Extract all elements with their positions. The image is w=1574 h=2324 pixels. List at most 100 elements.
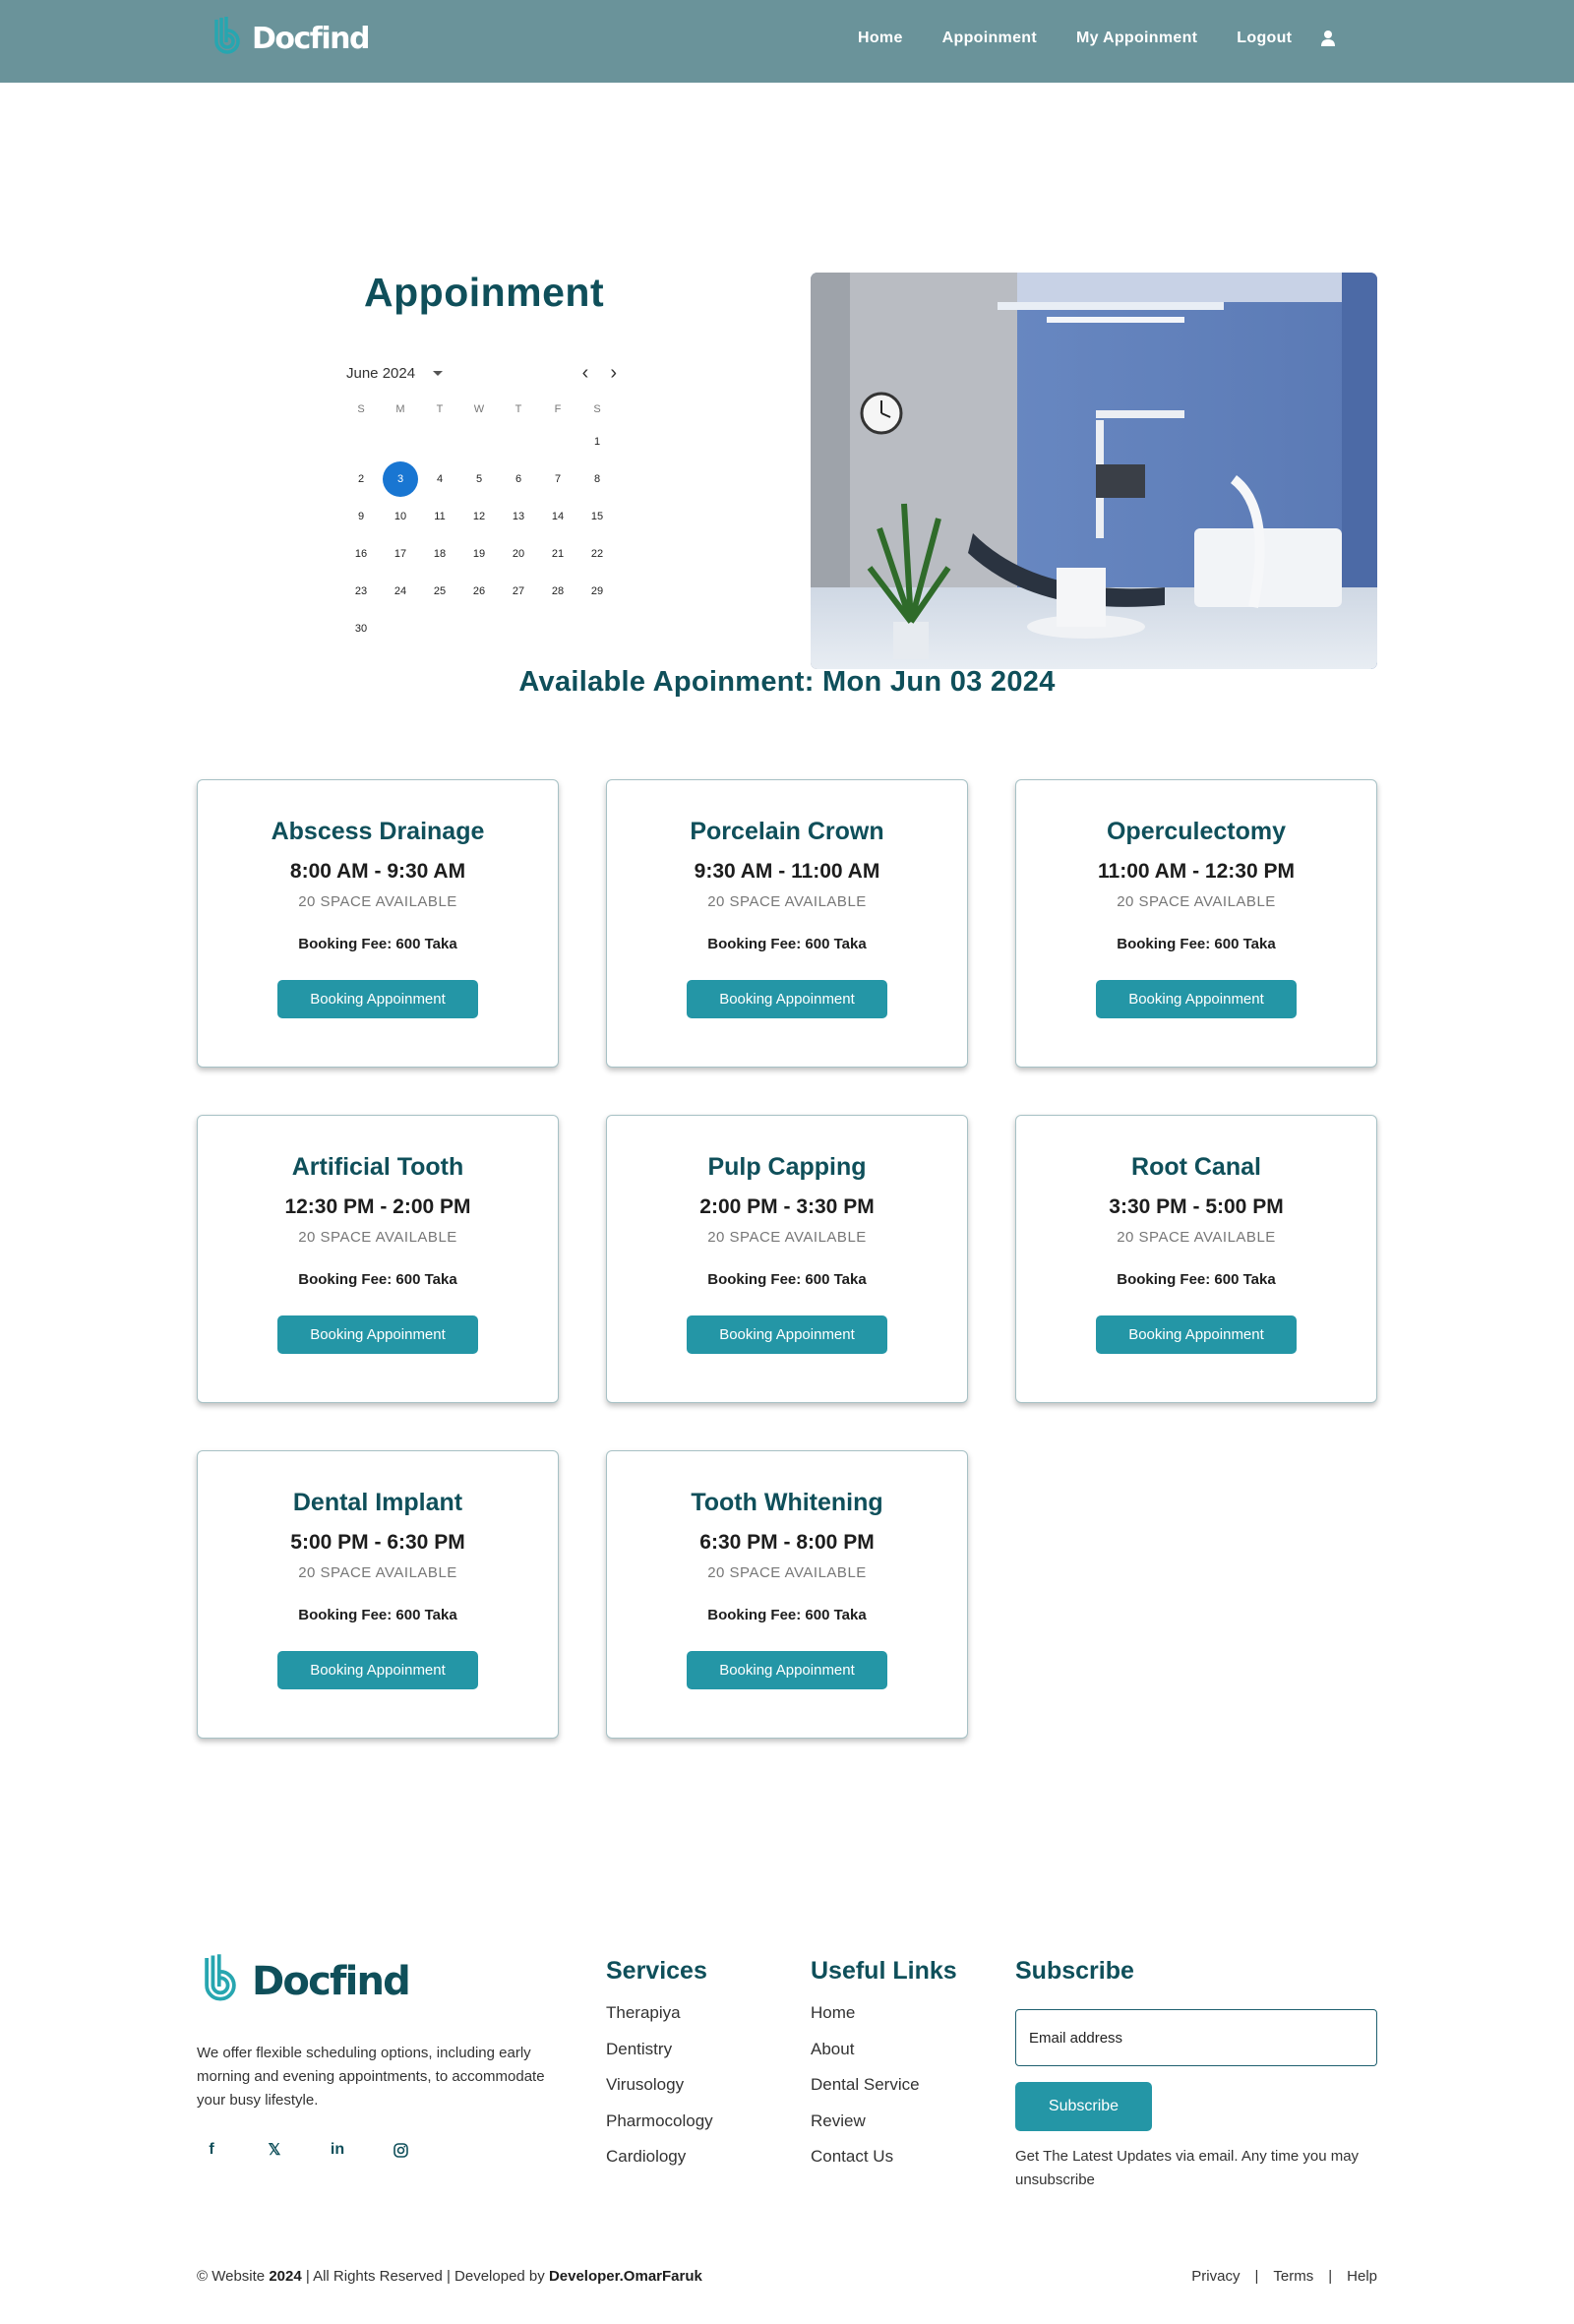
calendar-day[interactable]: 26	[459, 573, 499, 610]
calendar-day[interactable]: 21	[538, 535, 577, 573]
top-navbar: Docfind Home Appoinment My Appoinment Lo…	[0, 0, 1574, 83]
calendar-day[interactable]: 22	[577, 535, 617, 573]
calendar-day-number: 19	[472, 548, 486, 560]
calendar-day[interactable]: 19	[459, 535, 499, 573]
useful-link[interactable]: Review	[811, 2104, 957, 2140]
calendar-day[interactable]: 29	[577, 573, 617, 610]
services-link[interactable]: Virusology	[606, 2067, 713, 2104]
booking-appointment-button[interactable]: Booking Appoinment	[1096, 980, 1297, 1018]
services-link[interactable]: Cardiology	[606, 2139, 713, 2175]
time-slot: 6:30 PM - 8:00 PM	[699, 1531, 875, 1554]
dental-clinic-image	[811, 273, 1377, 669]
booking-appointment-button[interactable]: Booking Appoinment	[1096, 1315, 1297, 1354]
calendar-day[interactable]: 23	[341, 573, 381, 610]
linkedin-icon[interactable]: in	[323, 2135, 352, 2165]
service-title: Pulp Capping	[707, 1153, 867, 1181]
terms-link[interactable]: Terms	[1273, 2268, 1313, 2285]
help-link[interactable]: Help	[1347, 2268, 1377, 2285]
footer-subscribe: Subscribe Subscribe Get The Latest Updat…	[1015, 1957, 1377, 2192]
facebook-icon[interactable]: f	[197, 2135, 226, 2165]
services-link[interactable]: Pharmocology	[606, 2104, 713, 2140]
calendar-day-number: 20	[512, 548, 525, 560]
docfind-logo-icon	[205, 1954, 236, 2001]
calendar-day-number: 13	[512, 511, 525, 522]
booking-fee: Booking Fee: 600 Taka	[707, 1607, 867, 1623]
x-icon[interactable]: 𝕏	[260, 2135, 289, 2165]
nav-home[interactable]: Home	[858, 30, 903, 47]
calendar-day[interactable]: 13	[499, 498, 538, 535]
calendar-day-number: 2	[357, 473, 365, 485]
subscribe-button[interactable]: Subscribe	[1015, 2082, 1152, 2131]
calendar-day[interactable]: 9	[341, 498, 381, 535]
next-month-icon[interactable]: ›	[610, 363, 617, 383]
calendar-day[interactable]: 11	[420, 498, 459, 535]
useful-link[interactable]: Contact Us	[811, 2139, 957, 2175]
service-title: Artificial Tooth	[291, 1153, 464, 1181]
booking-appointment-button[interactable]: Booking Appoinment	[277, 1651, 478, 1689]
useful-link[interactable]: About	[811, 2032, 957, 2068]
services-link[interactable]: Therapiya	[606, 1995, 713, 2032]
nav-appointment[interactable]: Appoinment	[942, 30, 1037, 47]
calendar-day[interactable]: 3	[381, 460, 420, 498]
calendar-day-number: 28	[551, 585, 565, 597]
booking-fee: Booking Fee: 600 Taka	[1117, 936, 1276, 952]
calendar-day[interactable]: 1	[577, 423, 617, 460]
booking-appointment-button[interactable]: Booking Appoinment	[277, 980, 478, 1018]
appointment-card: Abscess Drainage 8:00 AM - 9:30 AM 20 SPAC…	[197, 779, 559, 1068]
calendar-day[interactable]: 18	[420, 535, 459, 573]
booking-appointment-button[interactable]: Booking Appoinment	[277, 1315, 478, 1354]
calendar-day[interactable]: 27	[499, 573, 538, 610]
calendar-day[interactable]: 16	[341, 535, 381, 573]
calendar-day-number: 4	[436, 473, 444, 485]
privacy-link[interactable]: Privacy	[1191, 2268, 1240, 2285]
calendar-day[interactable]: 10	[381, 498, 420, 535]
calendar-day[interactable]: 6	[499, 460, 538, 498]
calendar-day[interactable]: 5	[459, 460, 499, 498]
calendar-day[interactable]: 17	[381, 535, 420, 573]
nav-my-appointment[interactable]: My Appoinment	[1076, 30, 1197, 47]
weekday-label: S	[593, 403, 601, 415]
calendar-day[interactable]: 12	[459, 498, 499, 535]
calendar-blank	[538, 423, 577, 460]
weekday-label: W	[473, 403, 485, 415]
calendar-day[interactable]: 25	[420, 573, 459, 610]
calendar-day[interactable]: 14	[538, 498, 577, 535]
calendar-day[interactable]: 4	[420, 460, 459, 498]
space-available: 20 SPACE AVAILABLE	[298, 1564, 457, 1581]
calendar-day[interactable]: 20	[499, 535, 538, 573]
calendar-day[interactable]: 8	[577, 460, 617, 498]
time-slot: 3:30 PM - 5:00 PM	[1109, 1195, 1284, 1218]
calendar-day[interactable]: 7	[538, 460, 577, 498]
calendar-day[interactable]: 2	[341, 460, 381, 498]
email-field[interactable]	[1015, 2009, 1377, 2066]
time-slot: 9:30 AM - 11:00 AM	[694, 860, 880, 883]
user-icon[interactable]	[1319, 30, 1337, 47]
calendar-month-label[interactable]: June 2024	[346, 365, 415, 382]
calendar-day[interactable]: 15	[577, 498, 617, 535]
service-title: Dental Implant	[292, 1489, 463, 1516]
useful-link[interactable]: Home	[811, 1995, 957, 2032]
calendar-blank	[420, 423, 459, 460]
month-dropdown-icon[interactable]	[433, 370, 444, 376]
calendar-day[interactable]: 30	[341, 610, 381, 647]
calendar-day[interactable]: 28	[538, 573, 577, 610]
developer-credit: Developer.OmarFaruk	[548, 2268, 702, 2285]
nav-logout[interactable]: Logout	[1237, 30, 1292, 47]
booking-appointment-button[interactable]: Booking Appoinment	[687, 1315, 887, 1354]
footer-brand[interactable]: Docfind	[197, 1953, 411, 2010]
page-title: Appoinment	[364, 270, 605, 315]
booking-appointment-button[interactable]: Booking Appoinment	[687, 1651, 887, 1689]
calendar-day-number	[343, 424, 379, 459]
brand-logo[interactable]: Docfind	[209, 16, 370, 61]
instagram-icon[interactable]	[386, 2135, 415, 2165]
calendar-day-number	[383, 424, 418, 459]
useful-link[interactable]: Dental Service	[811, 2067, 957, 2104]
booking-appointment-button[interactable]: Booking Appoinment	[687, 980, 887, 1018]
calendar-day[interactable]: 24	[381, 573, 420, 610]
calendar-day-number: 18	[433, 548, 447, 560]
calendar-day-number: 5	[475, 473, 483, 485]
calendar-day-number: 3	[383, 461, 418, 497]
prev-month-icon[interactable]: ‹	[582, 363, 589, 383]
calendar-grid: S M T W T F S 1 2 3 4 5 6 7 8 9 10 11 12 13 14 15 16 17 18 19 20 21…	[341, 396, 617, 647]
services-link[interactable]: Dentistry	[606, 2032, 713, 2068]
